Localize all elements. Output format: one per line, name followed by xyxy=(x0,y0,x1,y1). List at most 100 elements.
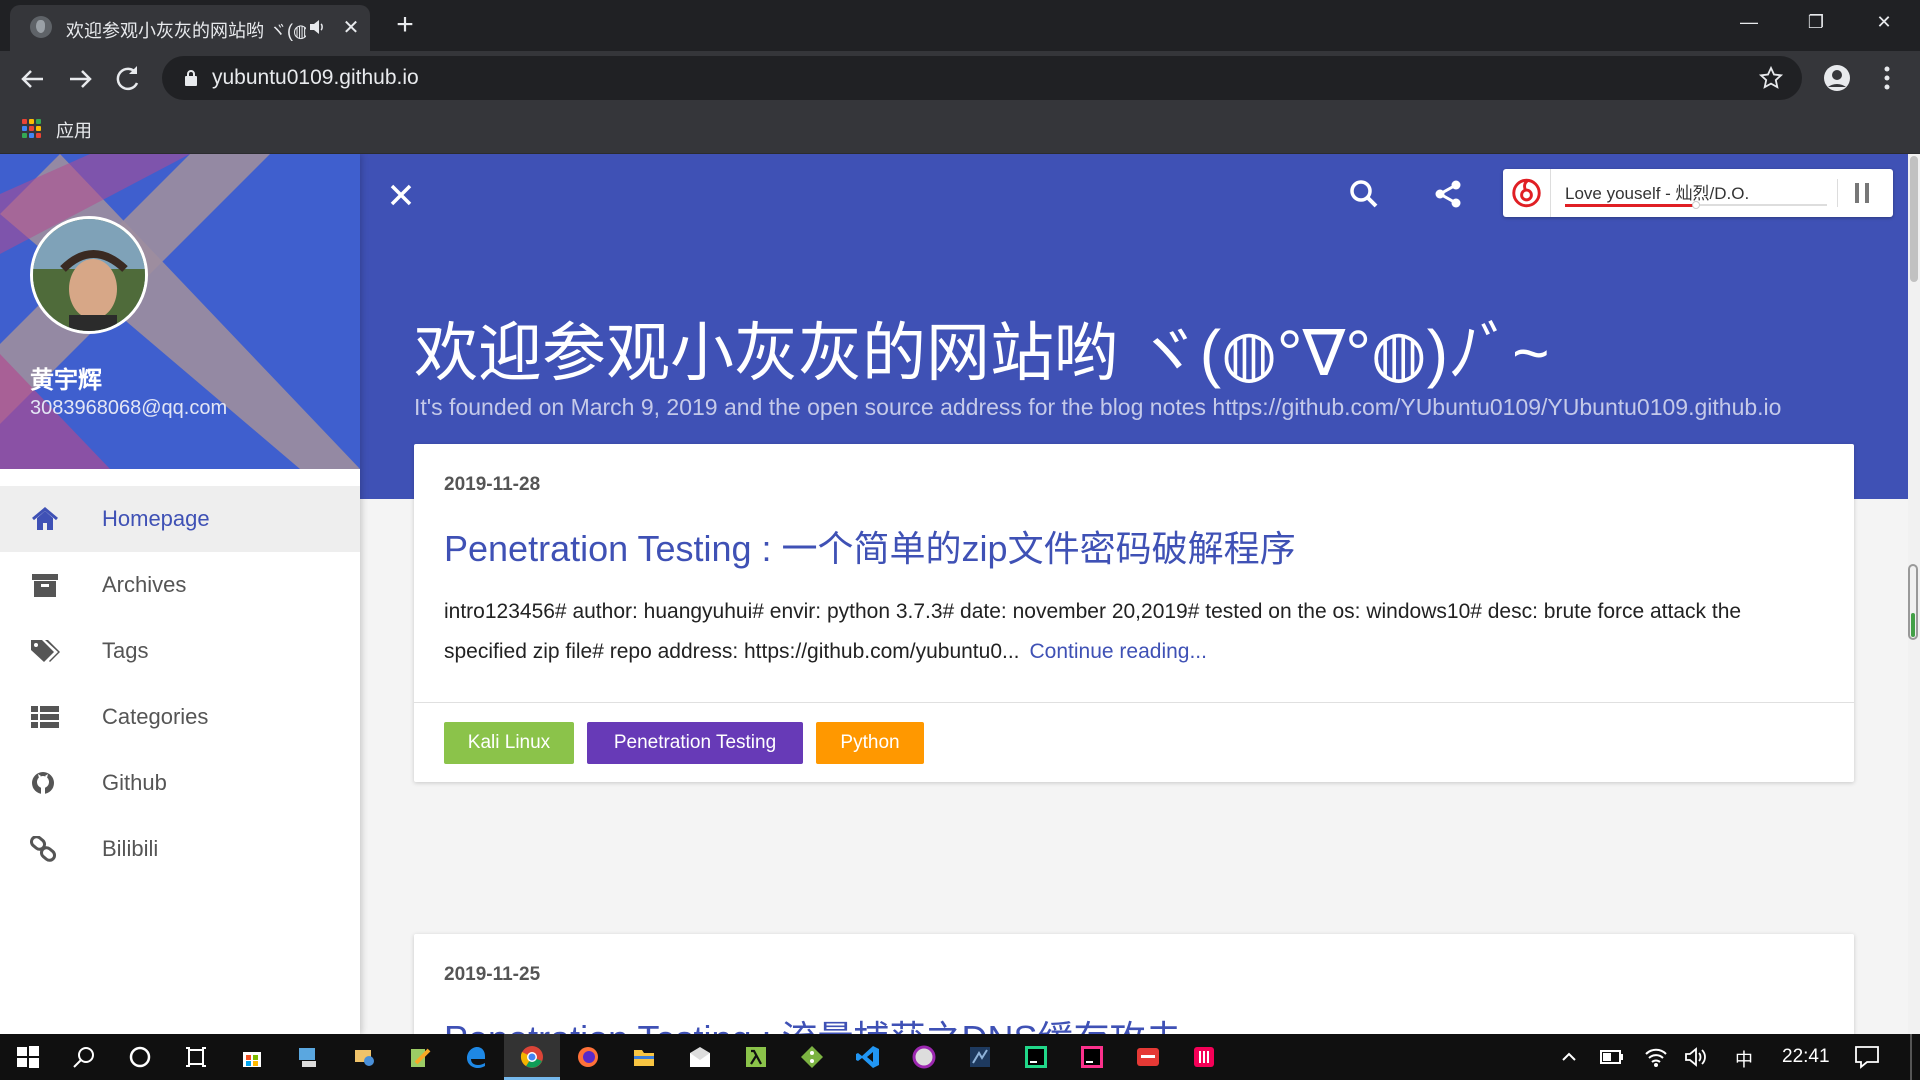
post-card: 2019-11-28 Penetration Testing : 一个简单的zi… xyxy=(414,444,1854,782)
tag-python[interactable]: Python xyxy=(816,722,924,764)
sidebar-item-label: Archives xyxy=(102,572,187,597)
search-icon xyxy=(73,1047,94,1068)
sidebar-item-tags[interactable]: Tags xyxy=(0,618,360,684)
taskbar-app-git[interactable] xyxy=(784,1034,840,1080)
search-icon[interactable] xyxy=(1348,178,1380,210)
vscode-icon xyxy=(856,1046,879,1068)
close-icon[interactable] xyxy=(388,182,414,208)
pause-icon[interactable] xyxy=(1853,183,1873,203)
git-icon xyxy=(801,1046,823,1068)
windows-logo-icon xyxy=(17,1046,39,1068)
reload-icon[interactable] xyxy=(110,61,146,97)
sidebar-item-archives[interactable]: Archives xyxy=(0,552,360,618)
music-player[interactable]: Love youself - 灿烈/D.O. xyxy=(1503,169,1893,217)
netease-music-icon xyxy=(1512,169,1551,217)
sidebar-item-github[interactable]: Github xyxy=(0,750,360,816)
avatar[interactable] xyxy=(30,216,148,334)
lambda-icon xyxy=(746,1047,766,1067)
sidebar-item-categories[interactable]: Categories xyxy=(0,684,360,750)
apps-bookmark-label[interactable]: 应用 xyxy=(56,117,92,143)
minimize-button[interactable]: — xyxy=(1717,0,1781,44)
taskbar-app-chrome[interactable] xyxy=(504,1034,560,1080)
volume-icon[interactable] xyxy=(1684,1046,1708,1068)
post-date: 2019-11-28 xyxy=(444,474,541,495)
mail-icon xyxy=(690,1047,710,1067)
taskbar-app-explorer[interactable] xyxy=(616,1034,672,1080)
sidebar-item-homepage[interactable]: Homepage xyxy=(0,486,360,552)
address-bar[interactable]: yubuntu0109.github.io xyxy=(162,56,1802,100)
card-divider xyxy=(414,702,1854,703)
sidebar-item-bilibili[interactable]: Bilibili xyxy=(0,816,360,882)
bookmark-star-icon[interactable] xyxy=(1758,65,1784,91)
taskbar-app-youdao[interactable] xyxy=(1120,1034,1176,1080)
taskbar-app-mail[interactable] xyxy=(672,1034,728,1080)
chevron-up-icon[interactable] xyxy=(1560,1048,1578,1066)
new-tab-button[interactable]: + xyxy=(390,10,420,40)
back-arrow-icon[interactable] xyxy=(15,61,51,97)
home-icon xyxy=(32,507,58,530)
wifi-icon[interactable] xyxy=(1644,1046,1668,1068)
sidebar-item-label: Github xyxy=(102,770,167,795)
chrome-icon xyxy=(520,1046,543,1068)
post-title-link[interactable]: Penetration Testing : 流量捕获之DNS缓存攻击 xyxy=(444,1010,1182,1034)
battery-icon[interactable] xyxy=(1600,1048,1624,1066)
taskbar-app-store[interactable] xyxy=(224,1034,280,1080)
tag-penetration-testing[interactable]: Penetration Testing xyxy=(587,722,803,764)
taskbar-app-sql[interactable] xyxy=(952,1034,1008,1080)
side-scroll-handle[interactable] xyxy=(1908,564,1918,640)
url-text[interactable]: yubuntu0109.github.io xyxy=(212,66,419,90)
tab-title: 欢迎参观小灰灰的网站哟 ヾ(◍°∇°◍)ﾉﾞ~ xyxy=(66,21,306,41)
sidebar-header: 黄宇辉 3083968068@qq.com xyxy=(0,154,360,469)
profile-icon[interactable] xyxy=(1822,63,1852,93)
taskbar-app-circle[interactable] xyxy=(896,1034,952,1080)
task-view-button[interactable] xyxy=(168,1034,224,1080)
menu-dots-icon[interactable] xyxy=(1872,63,1902,93)
scrollbar-thumb[interactable] xyxy=(1910,156,1918,282)
speaker-icon[interactable] xyxy=(308,18,326,36)
taskbar-clock[interactable]: 22:41 xyxy=(1782,1046,1830,1068)
taskbar-app-notepad[interactable] xyxy=(392,1034,448,1080)
network-folder-icon xyxy=(355,1050,374,1066)
taskbar-app-lambda[interactable] xyxy=(728,1034,784,1080)
taskbar-app-vscode[interactable] xyxy=(840,1034,896,1080)
sidebar: 黄宇辉 3083968068@qq.com Homepage Archives xyxy=(0,154,360,1034)
taskbar-app-pycharm[interactable] xyxy=(1008,1034,1064,1080)
taskbar-app-edge[interactable] xyxy=(448,1034,504,1080)
cortana-button[interactable] xyxy=(112,1034,168,1080)
player-progress-knob[interactable] xyxy=(1692,201,1700,209)
notification-icon[interactable] xyxy=(1854,1045,1880,1069)
forward-arrow-icon[interactable] xyxy=(62,61,98,97)
browser-tab[interactable]: 欢迎参观小灰灰的网站哟 ヾ(◍°∇°◍)ﾉﾞ~ ✕ xyxy=(10,5,370,51)
apps-grid-icon[interactable] xyxy=(22,119,42,139)
sidebar-item-label: Categories xyxy=(102,704,209,729)
search-taskbar-button[interactable] xyxy=(56,1034,112,1080)
continue-reading-link[interactable]: Continue reading... xyxy=(1030,640,1207,663)
site-subtitle: It's founded on March 9, 2019 and the op… xyxy=(414,394,1782,420)
youdao-dict-icon xyxy=(1137,1048,1159,1066)
taskbar-app-network[interactable] xyxy=(336,1034,392,1080)
lock-icon[interactable] xyxy=(184,69,198,86)
share-icon[interactable] xyxy=(1432,178,1464,210)
window-close-button[interactable]: ✕ xyxy=(1852,0,1916,44)
restore-button[interactable]: ❐ xyxy=(1784,0,1848,44)
post-title-link[interactable]: Penetration Testing : 一个简单的zip文件密码破解程序 xyxy=(444,520,1296,572)
start-button[interactable] xyxy=(0,1034,56,1080)
post-date: 2019-11-25 xyxy=(444,964,541,985)
ime-indicator[interactable]: 中 xyxy=(1735,1046,1753,1072)
tag-kali-linux[interactable]: Kali Linux xyxy=(444,722,574,764)
purple-circle-app-icon xyxy=(912,1045,936,1069)
taskbar-app-computer[interactable] xyxy=(280,1034,336,1080)
taskbar-app-red[interactable] xyxy=(1176,1034,1232,1080)
sidebar-item-label: Homepage xyxy=(102,506,210,531)
windows-taskbar: 中 22:41 xyxy=(0,1034,1920,1080)
intellij-icon xyxy=(1081,1046,1103,1068)
taskbar-app-intellij[interactable] xyxy=(1064,1034,1120,1080)
player-divider xyxy=(1837,179,1838,207)
task-view-icon xyxy=(186,1047,206,1067)
tab-close-button[interactable]: ✕ xyxy=(340,17,362,39)
player-progress-bar[interactable] xyxy=(1565,201,1827,209)
show-desktop-button[interactable] xyxy=(1910,1034,1912,1080)
taskbar-app-firefox[interactable] xyxy=(560,1034,616,1080)
browser-tab-strip: 欢迎参观小灰灰的网站哟 ヾ(◍°∇°◍)ﾉﾞ~ ✕ + — ❐ ✕ xyxy=(0,0,1920,51)
pink-app-icon xyxy=(1194,1047,1214,1067)
